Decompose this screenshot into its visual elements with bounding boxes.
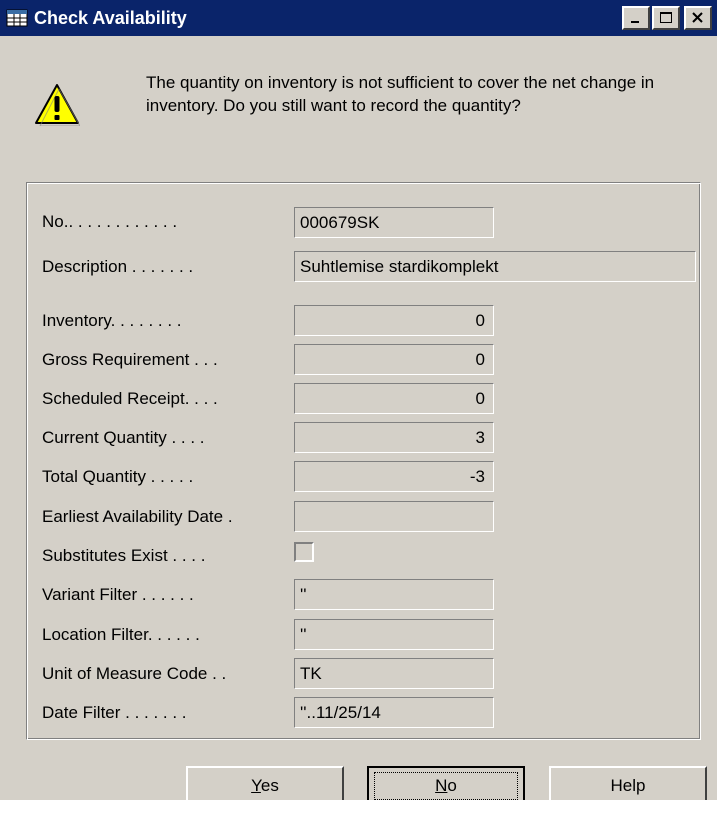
total-quantity-field[interactable]: -3 xyxy=(294,461,494,492)
inventory-label: Inventory. . . . . . . . xyxy=(42,311,182,330)
date-filter-label: Date Filter . . . . . . . xyxy=(42,703,187,722)
close-icon xyxy=(692,12,703,23)
scheduled-receipt-label: Scheduled Receipt. . . . xyxy=(42,389,218,408)
current-quantity-field[interactable]: 3 xyxy=(294,422,494,453)
maximize-icon xyxy=(660,12,672,23)
close-button[interactable] xyxy=(684,6,712,30)
substitutes-exist-checkbox[interactable] xyxy=(294,542,314,562)
window-title: Check Availability xyxy=(34,8,187,28)
unit-of-measure-code-field[interactable]: TK xyxy=(294,658,494,689)
gross-requirement-label: Gross Requirement . . . xyxy=(42,350,218,369)
earliest-availability-date-label: Earliest Availability Date . xyxy=(42,507,233,526)
yes-button-label: Yes xyxy=(251,776,279,795)
no-label: No.. . . . . . . . . . . . xyxy=(42,212,178,231)
background-strip xyxy=(0,800,717,823)
table-icon xyxy=(6,8,28,28)
warning-icon xyxy=(34,82,81,131)
maximize-button[interactable] xyxy=(652,6,680,30)
location-filter-label: Location Filter. . . . . . xyxy=(42,625,200,644)
unit-of-measure-code-label: Unit of Measure Code . . xyxy=(42,664,227,683)
warning-message: The quantity on inventory is not suffici… xyxy=(146,73,655,115)
variant-filter-field[interactable]: '' xyxy=(294,579,494,610)
no-field[interactable]: 000679SK xyxy=(294,207,494,238)
current-quantity-label: Current Quantity . . . . xyxy=(42,428,205,447)
description-label: Description . . . . . . . xyxy=(42,257,194,276)
description-field[interactable]: Suhtlemise stardikomplekt xyxy=(294,251,696,282)
title-bar[interactable]: Check Availability xyxy=(0,0,717,36)
earliest-availability-date-field[interactable] xyxy=(294,501,494,532)
minimize-icon xyxy=(631,21,639,23)
gross-requirement-field[interactable]: 0 xyxy=(294,344,494,375)
inventory-field[interactable]: 0 xyxy=(294,305,494,336)
total-quantity-label: Total Quantity . . . . . xyxy=(42,467,194,486)
substitutes-exist-label: Substitutes Exist . . . . xyxy=(42,546,206,565)
location-filter-field[interactable]: '' xyxy=(294,619,494,650)
no-button-label: No xyxy=(435,776,457,795)
date-filter-field[interactable]: ''..11/25/14 xyxy=(294,697,494,728)
check-availability-dialog: Check Availability The quantity on inven… xyxy=(0,0,717,806)
minimize-button[interactable] xyxy=(622,6,650,30)
scheduled-receipt-field[interactable]: 0 xyxy=(294,383,494,414)
variant-filter-label: Variant Filter . . . . . . xyxy=(42,585,194,604)
